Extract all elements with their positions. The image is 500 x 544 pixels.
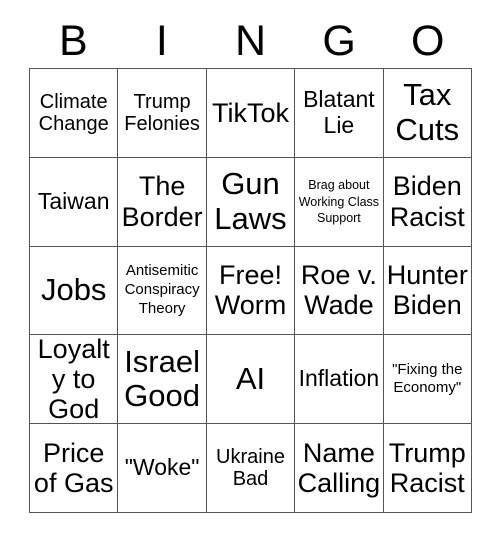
bingo-cell-label: The Border	[121, 171, 203, 232]
bingo-cell-label: AI	[235, 360, 266, 396]
bingo-cell-label: Israel Good	[124, 343, 201, 414]
bingo-cell[interactable]: Israel Good	[118, 335, 207, 425]
bingo-cell[interactable]: "Woke"	[118, 424, 207, 513]
bingo-cell-label: Gun Laws	[214, 165, 287, 236]
bingo-cell[interactable]: Taiwan	[30, 157, 119, 247]
bingo-cell[interactable]: TikTok	[206, 69, 296, 158]
bingo-cell-label: Hunter Biden	[386, 260, 468, 321]
bingo-cell-label: Trump Felonies	[124, 90, 200, 135]
bingo-cell[interactable]: AI	[206, 335, 296, 425]
bingo-cell[interactable]: "Fixing the Economy"	[383, 335, 472, 425]
bingo-cell-label: Jobs	[40, 272, 107, 308]
bingo-cell[interactable]: Hunter Biden	[383, 246, 472, 336]
bingo-cell[interactable]: Inflation	[295, 335, 384, 425]
bingo-cell[interactable]: Brag about Working Class Support	[295, 157, 384, 247]
bingo-header-row: BINGO	[29, 14, 472, 68]
bingo-cell[interactable]: Roe v. Wade	[295, 246, 384, 336]
bingo-cell-label: Inflation	[298, 365, 380, 392]
bingo-cell-label: Tax Cuts	[395, 77, 460, 147]
bingo-header-letter-i: I	[155, 16, 168, 65]
bingo-cell-label: Roe v. Wade	[300, 260, 377, 321]
bingo-cell-label: TikTok	[211, 97, 289, 128]
bingo-cell[interactable]: Blatant Lie	[295, 69, 384, 158]
bingo-header-letter-g: G	[322, 16, 356, 65]
bingo-cell[interactable]: Free! Worm	[206, 246, 296, 336]
bingo-cell[interactable]: Climate Change	[30, 69, 119, 158]
bingo-cell-label: Blatant Lie	[303, 86, 375, 138]
bingo-cell-label: Biden Racist	[389, 171, 465, 232]
bingo-cell[interactable]: Gun Laws	[206, 157, 296, 247]
bingo-cell[interactable]: Price of Gas	[30, 424, 119, 513]
bingo-cell[interactable]: Trump Felonies	[118, 69, 207, 158]
bingo-card: B I N G O Climate Change Trump Felonies TikTok…	[0, 0, 500, 544]
bingo-grid: Climate Change Trump Felonies TikTok Blatan…	[29, 68, 472, 513]
bingo-cell-label: Antisemitic Conspiracy Theory	[124, 262, 200, 317]
bingo-header-letter-o: O	[410, 16, 445, 65]
bingo-cell[interactable]: The Border	[118, 157, 207, 247]
bingo-cell-label: Trump Racist	[388, 437, 466, 499]
bingo-cell-label: Free! Worm	[214, 260, 287, 321]
bingo-cell[interactable]: Trump Racist	[383, 424, 472, 513]
bingo-cell-label: Price of Gas	[33, 437, 114, 499]
bingo-header-letter-n: N	[234, 16, 267, 65]
bingo-cell-label: Name Calling	[297, 437, 381, 499]
bingo-cell-label: Loyalty to God	[37, 335, 110, 425]
bingo-cell[interactable]: Name Calling	[295, 424, 384, 513]
bingo-cell[interactable]: Ukraine Bad	[206, 424, 296, 513]
bingo-cell[interactable]: Loyalty to God	[30, 335, 119, 425]
bingo-cell-label: Taiwan	[37, 187, 110, 214]
bingo-cell[interactable]: Jobs	[30, 246, 119, 336]
bingo-cell[interactable]: Biden Racist	[383, 157, 472, 247]
bingo-cell[interactable]: Tax Cuts	[383, 69, 472, 158]
bingo-header-letter-b: B	[58, 16, 88, 65]
bingo-cell-label: "Fixing the Economy"	[392, 360, 463, 397]
bingo-cell-label: Brag about Working Class Support	[298, 178, 380, 225]
bingo-cell-label: Climate Change	[38, 90, 109, 135]
bingo-cell-label: "Woke"	[124, 454, 200, 481]
bingo-cell[interactable]: Antisemitic Conspiracy Theory	[118, 246, 207, 336]
bingo-cell-label: Ukraine Bad	[216, 445, 285, 491]
